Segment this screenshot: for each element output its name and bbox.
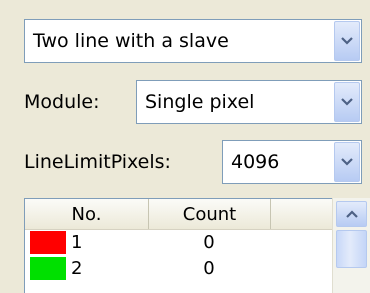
module-select-dropdown-button[interactable] <box>334 82 360 122</box>
line-limit-label: LineLimitPixels: <box>24 151 171 173</box>
line-limit-select-value: 4096 <box>231 151 280 173</box>
scroll-up-button[interactable] <box>336 201 367 227</box>
column-header-count[interactable]: Count <box>149 199 271 229</box>
color-swatch <box>30 257 66 280</box>
row-count: 0 <box>203 232 215 253</box>
column-header-no[interactable]: No. <box>25 199 149 229</box>
chevron-down-icon <box>341 98 353 106</box>
module-select[interactable]: Single pixel <box>136 80 362 124</box>
module-label: Module: <box>24 91 100 113</box>
color-swatch <box>30 231 66 254</box>
line-limit-select[interactable]: 4096 <box>222 140 362 184</box>
column-header-blank <box>271 199 333 229</box>
count-table: No. Count 1 0 2 0 <box>24 198 370 293</box>
chevron-up-icon <box>345 210 358 218</box>
mode-select-value: Two line with a slave <box>33 30 229 52</box>
table-header: No. Count <box>25 199 370 230</box>
row-blank-cell <box>277 230 333 255</box>
module-select-value: Single pixel <box>145 91 255 113</box>
table-scrollbar[interactable] <box>332 198 370 293</box>
line-limit-select-dropdown-button[interactable] <box>334 142 360 182</box>
chevron-down-icon <box>341 37 353 45</box>
mode-select-dropdown-button[interactable] <box>334 21 360 61</box>
row-blank-cell <box>277 256 333 281</box>
row-number: 2 <box>71 258 83 279</box>
row-count: 0 <box>203 258 215 279</box>
row-number: 1 <box>71 232 83 253</box>
chevron-down-icon <box>341 158 353 166</box>
mode-select[interactable]: Two line with a slave <box>24 19 362 63</box>
scroll-thumb[interactable] <box>336 230 367 268</box>
table-row[interactable]: 1 0 <box>25 230 370 255</box>
table-row[interactable]: 2 0 <box>25 256 370 281</box>
